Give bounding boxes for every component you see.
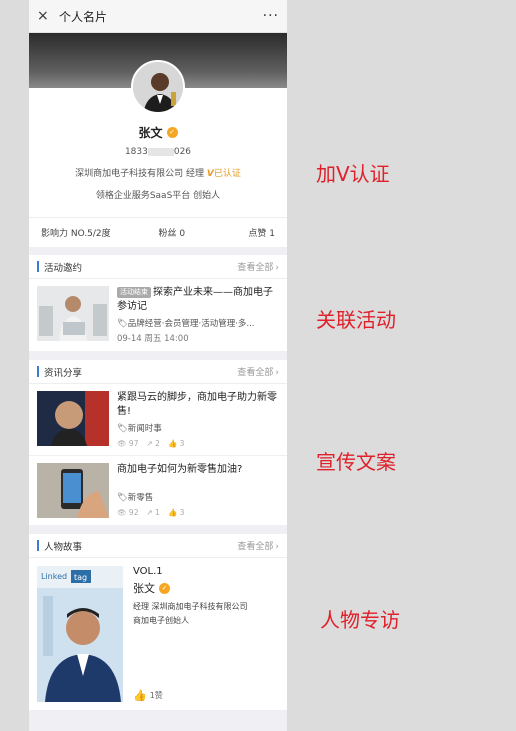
section-bar bbox=[37, 261, 39, 272]
tag-icon: 🏷 bbox=[117, 319, 128, 329]
annotation-activity: 关联活动 bbox=[316, 308, 396, 332]
tag-icon: 🏷 bbox=[117, 493, 128, 503]
story-cover: Linked tag bbox=[37, 566, 123, 702]
annotation-verify: 加V认证 bbox=[316, 162, 390, 186]
views-count: 👁 97 bbox=[117, 439, 138, 448]
story-name: 张文 bbox=[133, 582, 155, 595]
page-title: 个人名片 bbox=[59, 9, 108, 24]
likes-count: 👍 3 bbox=[168, 439, 185, 448]
section-title: 人物故事 bbox=[44, 541, 83, 553]
news-header: 资讯分享 查看全部 › bbox=[29, 360, 287, 384]
section-bar bbox=[37, 366, 39, 377]
news-tag: 新零售 bbox=[127, 493, 154, 503]
news-thumbnail bbox=[37, 391, 109, 446]
shares-value: 1 bbox=[155, 508, 160, 517]
company-name: 深圳商加电子科技有限公司 bbox=[75, 169, 184, 179]
thumbs-up-icon: 👍 bbox=[167, 508, 178, 517]
position: 经理 bbox=[186, 169, 205, 179]
logo-text-1: Linked bbox=[41, 572, 67, 581]
activity-tags: 品牌经营·会员管理·活动管理·多... bbox=[127, 319, 255, 329]
shares-value: 2 bbox=[155, 439, 160, 448]
chevron-right-icon: › bbox=[275, 368, 279, 378]
view-all-label: 查看全部 bbox=[237, 542, 274, 552]
annotation-promo: 宣传文案 bbox=[316, 450, 396, 474]
section-bar bbox=[37, 540, 39, 551]
eye-icon: 👁 bbox=[117, 439, 127, 448]
phone-number[interactable]: 1833 026 bbox=[29, 147, 287, 157]
likes-value: 3 bbox=[179, 439, 185, 448]
likes-count: 👍 3 bbox=[168, 508, 185, 517]
phone-suffix: 026 bbox=[173, 147, 192, 157]
activity-item[interactable]: 活动结束 探索产业未来——商加电子参访记 🏷品牌经营·会员管理·活动管理·多...… bbox=[29, 279, 287, 352]
story-likes: 1赞 bbox=[149, 691, 163, 700]
news-section: 资讯分享 查看全部 › 紧跟马云的脚步，商加电子助力新零售! 🏷新闻时事 👁 97… bbox=[29, 360, 287, 526]
thumbs-up-icon: 👍 bbox=[133, 689, 147, 702]
phone-screen: × 个人名片 ··· 张文 ✓ 1833 026 深圳商加电子科技有限公司 经理 … bbox=[29, 0, 287, 731]
section-title: 资讯分享 bbox=[44, 367, 83, 379]
news-item[interactable]: 紧跟马云的脚步，商加电子助力新零售! 🏷新闻时事 👁 97 ↗ 2 👍 3 bbox=[29, 384, 287, 456]
top-bar: × 个人名片 ··· bbox=[29, 0, 287, 33]
stats-bar: 影响力 NO.5/2度 粉丝 0 点赞 1 bbox=[29, 217, 287, 247]
tag-icon: 🏷 bbox=[117, 424, 128, 434]
phone-prefix: 1833 bbox=[124, 147, 148, 157]
verified-badge: V已认证 bbox=[207, 169, 241, 179]
news-item[interactable]: 商加电子如何为新零售加油? 🏷新零售 👁 92 ↗ 1 👍 3 bbox=[29, 456, 287, 526]
chevron-right-icon: › bbox=[275, 263, 279, 273]
news-meta: 👁 97 ↗ 2 👍 3 bbox=[117, 439, 279, 448]
view-all-label: 查看全部 bbox=[237, 368, 274, 378]
activity-header: 活动邀约 查看全部 › bbox=[29, 255, 287, 279]
view-all-link[interactable]: 查看全部 › bbox=[235, 365, 279, 378]
section-title: 活动邀约 bbox=[44, 262, 83, 274]
story-header: 人物故事 查看全部 › bbox=[29, 534, 287, 558]
news-thumbnail bbox=[37, 463, 109, 518]
activity-date: 09-14 周五 14:00 bbox=[117, 334, 189, 344]
thumbs-up-icon: 👍 bbox=[167, 439, 178, 448]
activity-section: 活动邀约 查看全部 › 活动结束 探索产业未来——商加电子参访记 🏷品牌经营·会员管… bbox=[29, 255, 287, 352]
story-section: 人物故事 查看全部 › Linked tag VOL.1 张文 ✓ 经理 深圳商… bbox=[29, 534, 287, 710]
view-all-link[interactable]: 查看全部 › bbox=[235, 539, 279, 552]
verified-v-icon: ✓ bbox=[166, 127, 178, 138]
chevron-right-icon: › bbox=[275, 542, 279, 552]
stat-fans[interactable]: 粉丝 0 bbox=[137, 226, 206, 239]
more-icon[interactable]: ··· bbox=[263, 8, 279, 24]
share-icon: ↗ bbox=[146, 508, 153, 517]
activity-status-badge: 活动结束 bbox=[117, 287, 151, 298]
stat-likes[interactable]: 点赞 1 bbox=[206, 226, 287, 239]
logo-text-2: tag bbox=[74, 573, 87, 582]
news-title: 商加电子如何为新零售加油? bbox=[117, 464, 243, 475]
view-all-link[interactable]: 查看全部 › bbox=[235, 260, 279, 273]
story-volume: VOL.1 bbox=[133, 566, 163, 577]
story-company: 经理 深圳商加电子科技有限公司 bbox=[133, 602, 248, 611]
phone-mask bbox=[147, 147, 174, 156]
company-line: 深圳商加电子科技有限公司 经理 V已认证 bbox=[29, 166, 287, 179]
annotation-interview: 人物专访 bbox=[320, 608, 400, 632]
close-icon[interactable]: × bbox=[37, 8, 55, 24]
likes-value: 3 bbox=[179, 508, 185, 517]
story-title: 商加电子创始人 bbox=[133, 616, 189, 625]
shares-count: ↗ 1 bbox=[146, 508, 159, 517]
verified-v-icon: ✓ bbox=[159, 582, 170, 594]
verified-text: 已认证 bbox=[213, 169, 241, 179]
views-value: 92 bbox=[128, 508, 139, 517]
profile-name: 张文 bbox=[138, 126, 163, 140]
verified-mark: V bbox=[206, 169, 214, 179]
news-title: 紧跟马云的脚步，商加电子助力新零售! bbox=[117, 392, 277, 417]
news-meta: 👁 92 ↗ 1 👍 3 bbox=[117, 508, 279, 517]
views-value: 97 bbox=[128, 439, 139, 448]
activity-thumbnail bbox=[37, 286, 109, 341]
profile-card: 张文 ✓ 1833 026 深圳商加电子科技有限公司 经理 V已认证 领格企业服务… bbox=[29, 60, 287, 217]
view-all-label: 查看全部 bbox=[237, 263, 274, 273]
stat-influence[interactable]: 影响力 NO.5/2度 bbox=[29, 226, 137, 239]
views-count: 👁 92 bbox=[117, 508, 138, 517]
story-item[interactable]: Linked tag VOL.1 张文 ✓ 经理 深圳商加电子科技有限公司 商加… bbox=[29, 558, 287, 710]
share-icon: ↗ bbox=[146, 439, 153, 448]
eye-icon: 👁 bbox=[117, 508, 127, 517]
avatar[interactable] bbox=[131, 60, 185, 114]
shares-count: ↗ 2 bbox=[146, 439, 159, 448]
story-like-button[interactable]: 👍 1赞 bbox=[133, 689, 163, 702]
news-tag: 新闻时事 bbox=[127, 424, 162, 434]
slogan: 领格企业服务SaaS平台 创始人 bbox=[95, 191, 221, 201]
